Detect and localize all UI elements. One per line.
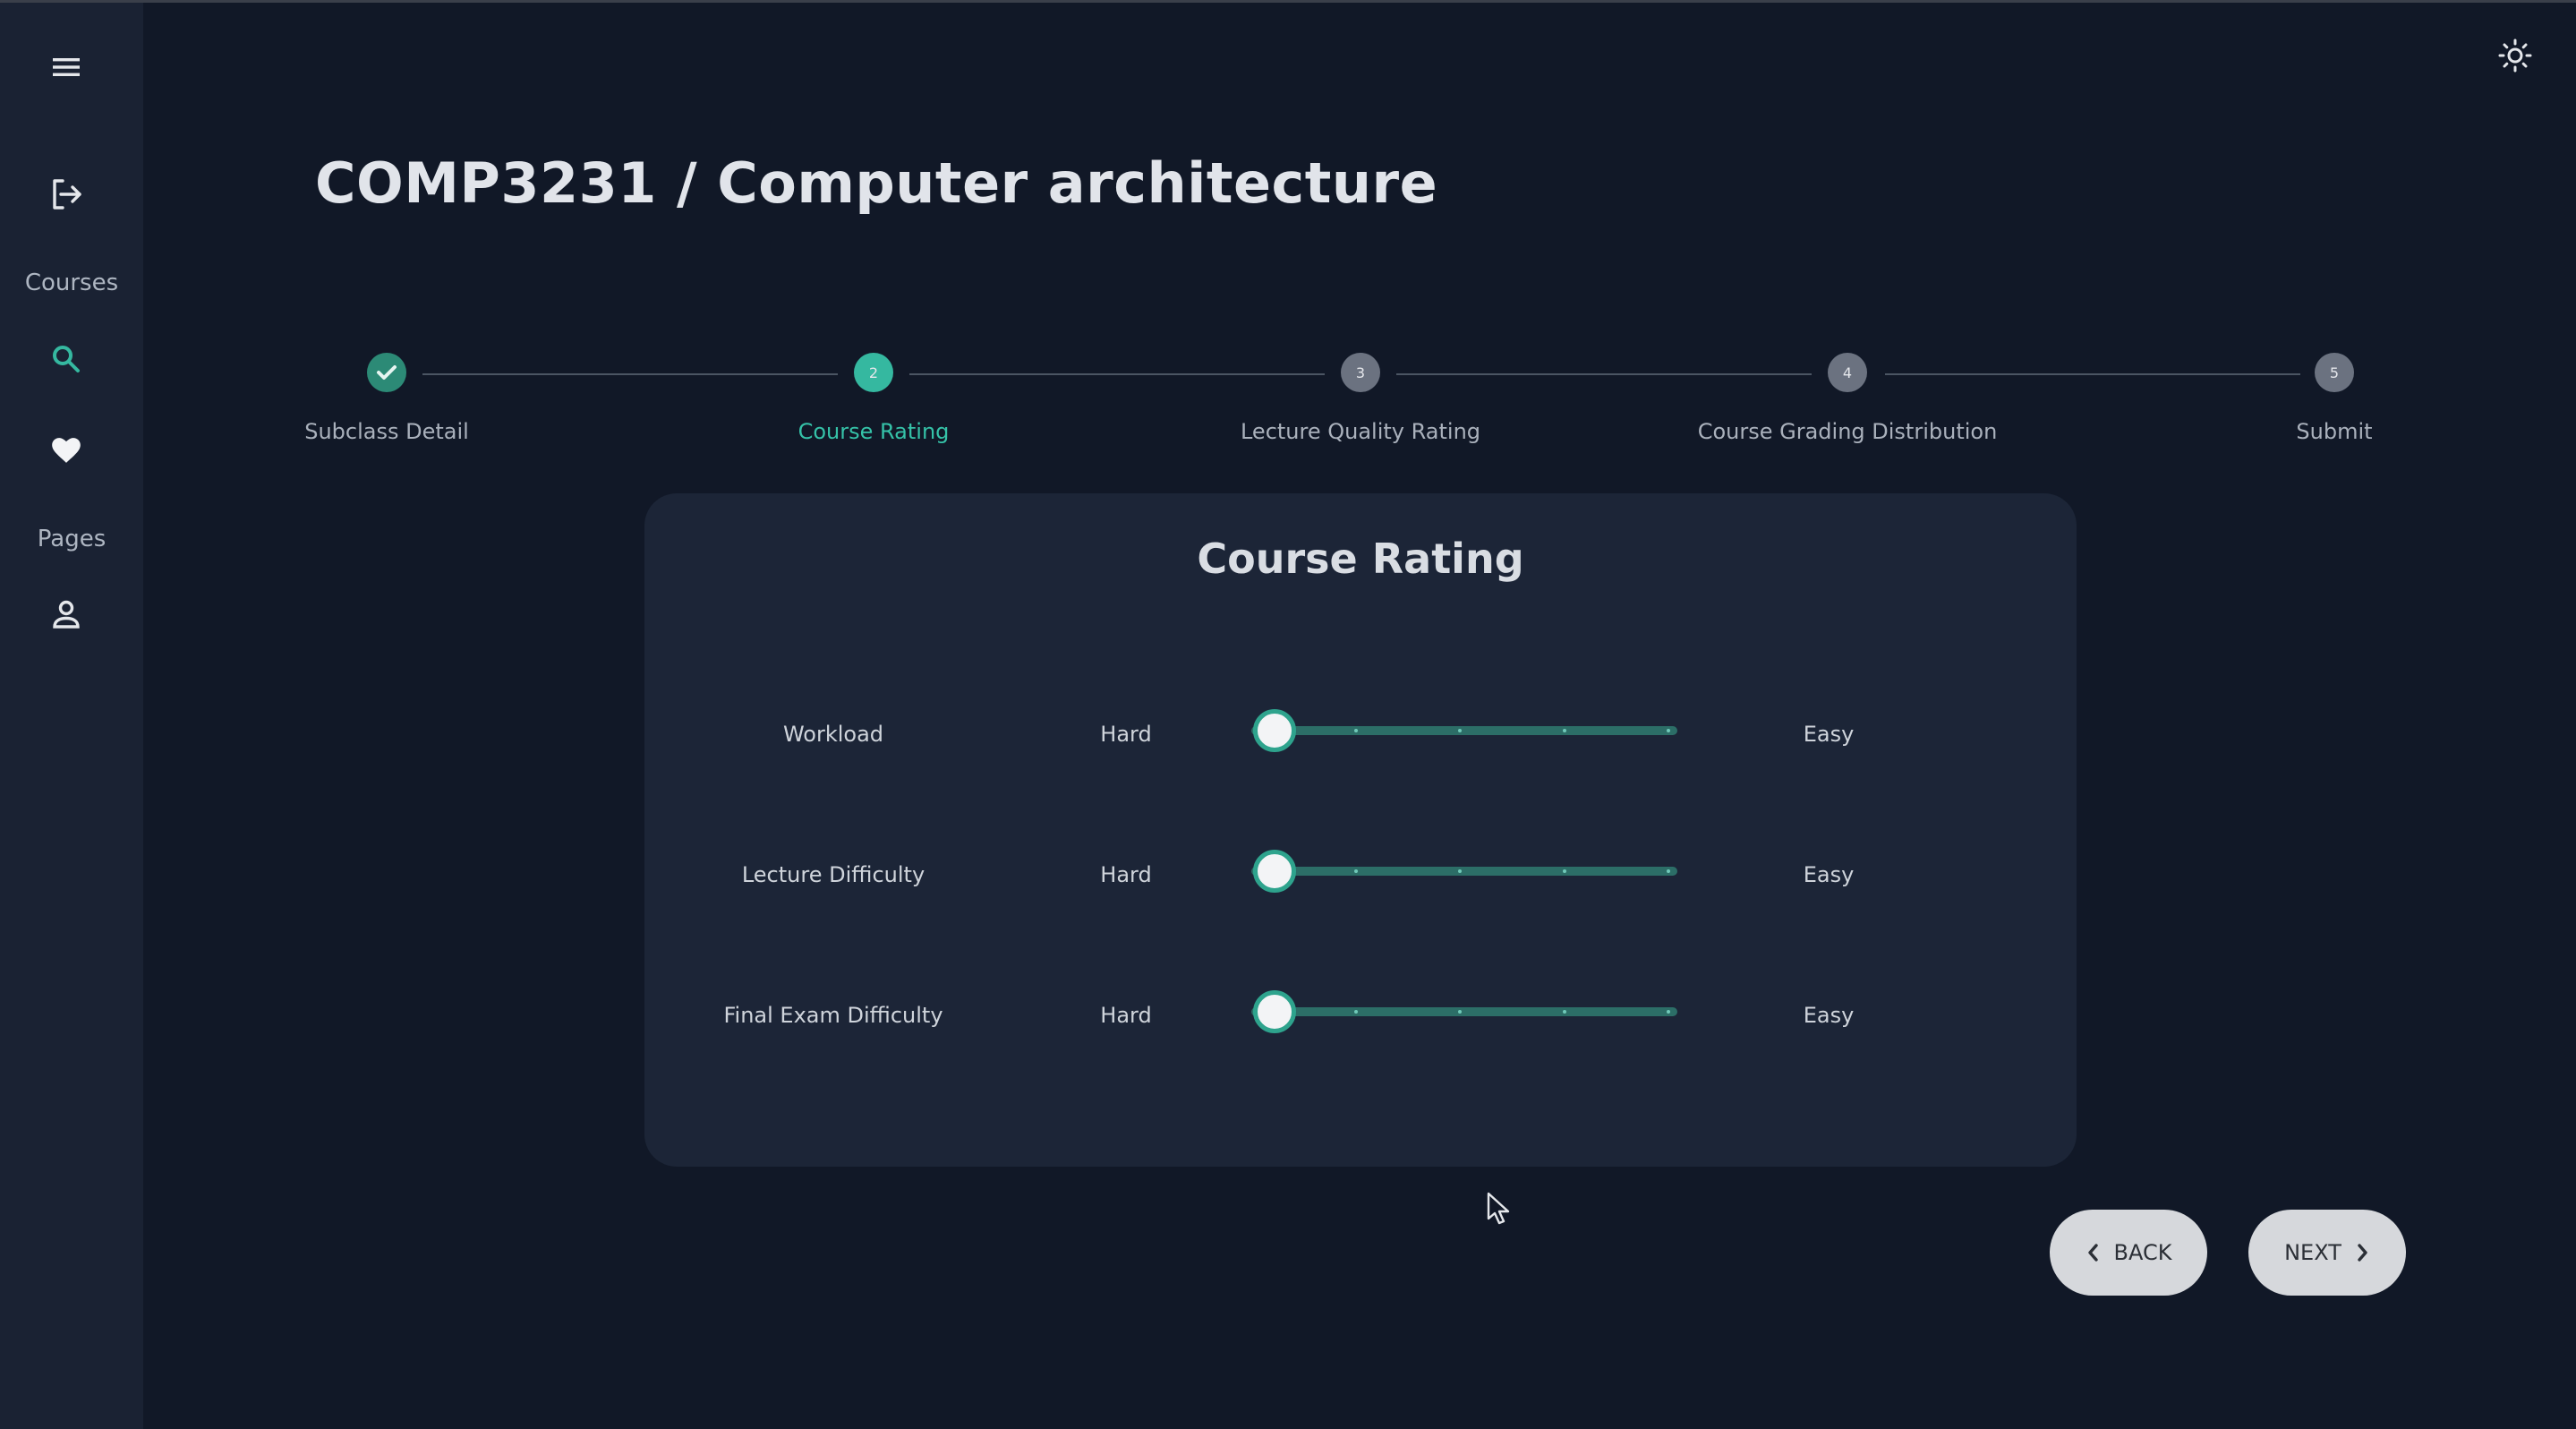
slider-tick-mark [1353, 1010, 1358, 1014]
sidebar-item-search[interactable] [41, 334, 91, 384]
step-connector [422, 373, 838, 375]
step-2-indicator[interactable]: 2 [854, 353, 893, 392]
hamburger-menu-icon[interactable] [41, 42, 91, 92]
mouse-cursor-icon [1487, 1192, 1510, 1225]
slider-tick-mark [1562, 869, 1566, 873]
step-3-indicator[interactable]: 3 [1341, 353, 1380, 392]
workload-max-label: Easy [1803, 722, 1855, 747]
slider-track[interactable] [1251, 726, 1677, 735]
step-4-label: Course Grading Distribution [1697, 419, 1998, 444]
chevron-left-icon [2087, 1244, 2098, 1262]
slider-tick-mark [1353, 729, 1358, 732]
lecture-difficulty-min-label: Hard [1100, 862, 1152, 887]
slider-tick-mark [1562, 1010, 1566, 1014]
slider-tick-mark [1667, 869, 1670, 873]
workload-label: Workload [782, 722, 884, 747]
step-5-indicator[interactable]: 5 [2315, 353, 2354, 392]
slider-tick-mark [1458, 869, 1462, 873]
slider-tick-mark [1667, 1010, 1670, 1014]
sidebar: Courses Pages [0, 3, 143, 1429]
slider-tick-mark [1562, 729, 1566, 732]
final-exam-difficulty-label: Final Exam Difficulty [723, 1003, 943, 1028]
step-5-label: Submit [2296, 419, 2373, 444]
sidebar-section-courses: Courses [24, 270, 119, 296]
step-connector [1885, 373, 2300, 375]
chevron-right-icon [2358, 1244, 2367, 1262]
step-3-label: Lecture Quality Rating [1240, 419, 1481, 444]
workload-slider[interactable] [1248, 709, 1677, 752]
step-connector [909, 373, 1325, 375]
next-button-label: NEXT [2284, 1240, 2341, 1265]
sidebar-item-favorites[interactable] [41, 424, 91, 474]
step-4-indicator[interactable]: 4 [1828, 353, 1867, 392]
theme-toggle-button[interactable] [2490, 30, 2540, 81]
slider-thumb[interactable] [1253, 850, 1296, 893]
slider-track[interactable] [1251, 867, 1677, 876]
slider-tick-mark [1667, 729, 1670, 732]
final-exam-difficulty-max-label: Easy [1803, 1003, 1855, 1028]
logout-icon[interactable] [41, 169, 91, 219]
slider-tick-mark [1458, 729, 1462, 732]
lecture-difficulty-label: Lecture Difficulty [741, 862, 925, 887]
slider-thumb[interactable] [1253, 709, 1296, 752]
next-button[interactable]: NEXT [2248, 1210, 2406, 1296]
sidebar-section-pages: Pages [37, 526, 107, 552]
heart-icon [52, 438, 81, 463]
step-1-complete-icon[interactable] [367, 353, 406, 392]
slider-track[interactable] [1251, 1007, 1677, 1016]
workload-min-label: Hard [1100, 722, 1152, 747]
slider-tick-mark [1458, 1010, 1462, 1014]
sidebar-item-profile[interactable] [41, 589, 91, 639]
back-button-label: BACK [2113, 1240, 2172, 1265]
sun-icon [2498, 39, 2532, 73]
step-1-label: Subclass Detail [304, 419, 469, 444]
step-connector [1396, 373, 1812, 375]
lecture-difficulty-max-label: Easy [1803, 862, 1855, 887]
step-2-label: Course Rating [798, 419, 950, 444]
course-rating-card: Course Rating Workload Hard Easy Lecture… [644, 493, 2077, 1167]
search-icon [53, 346, 80, 372]
card-title: Course Rating [1197, 535, 1524, 583]
final-exam-difficulty-min-label: Hard [1100, 1003, 1152, 1028]
lecture-difficulty-slider[interactable] [1248, 850, 1677, 893]
final-exam-difficulty-slider[interactable] [1248, 990, 1677, 1033]
page-title: COMP3231 / Computer architecture [315, 150, 1438, 216]
slider-thumb[interactable] [1253, 990, 1296, 1033]
user-icon [53, 600, 80, 629]
back-button[interactable]: BACK [2050, 1210, 2207, 1296]
slider-tick-mark [1353, 869, 1358, 873]
